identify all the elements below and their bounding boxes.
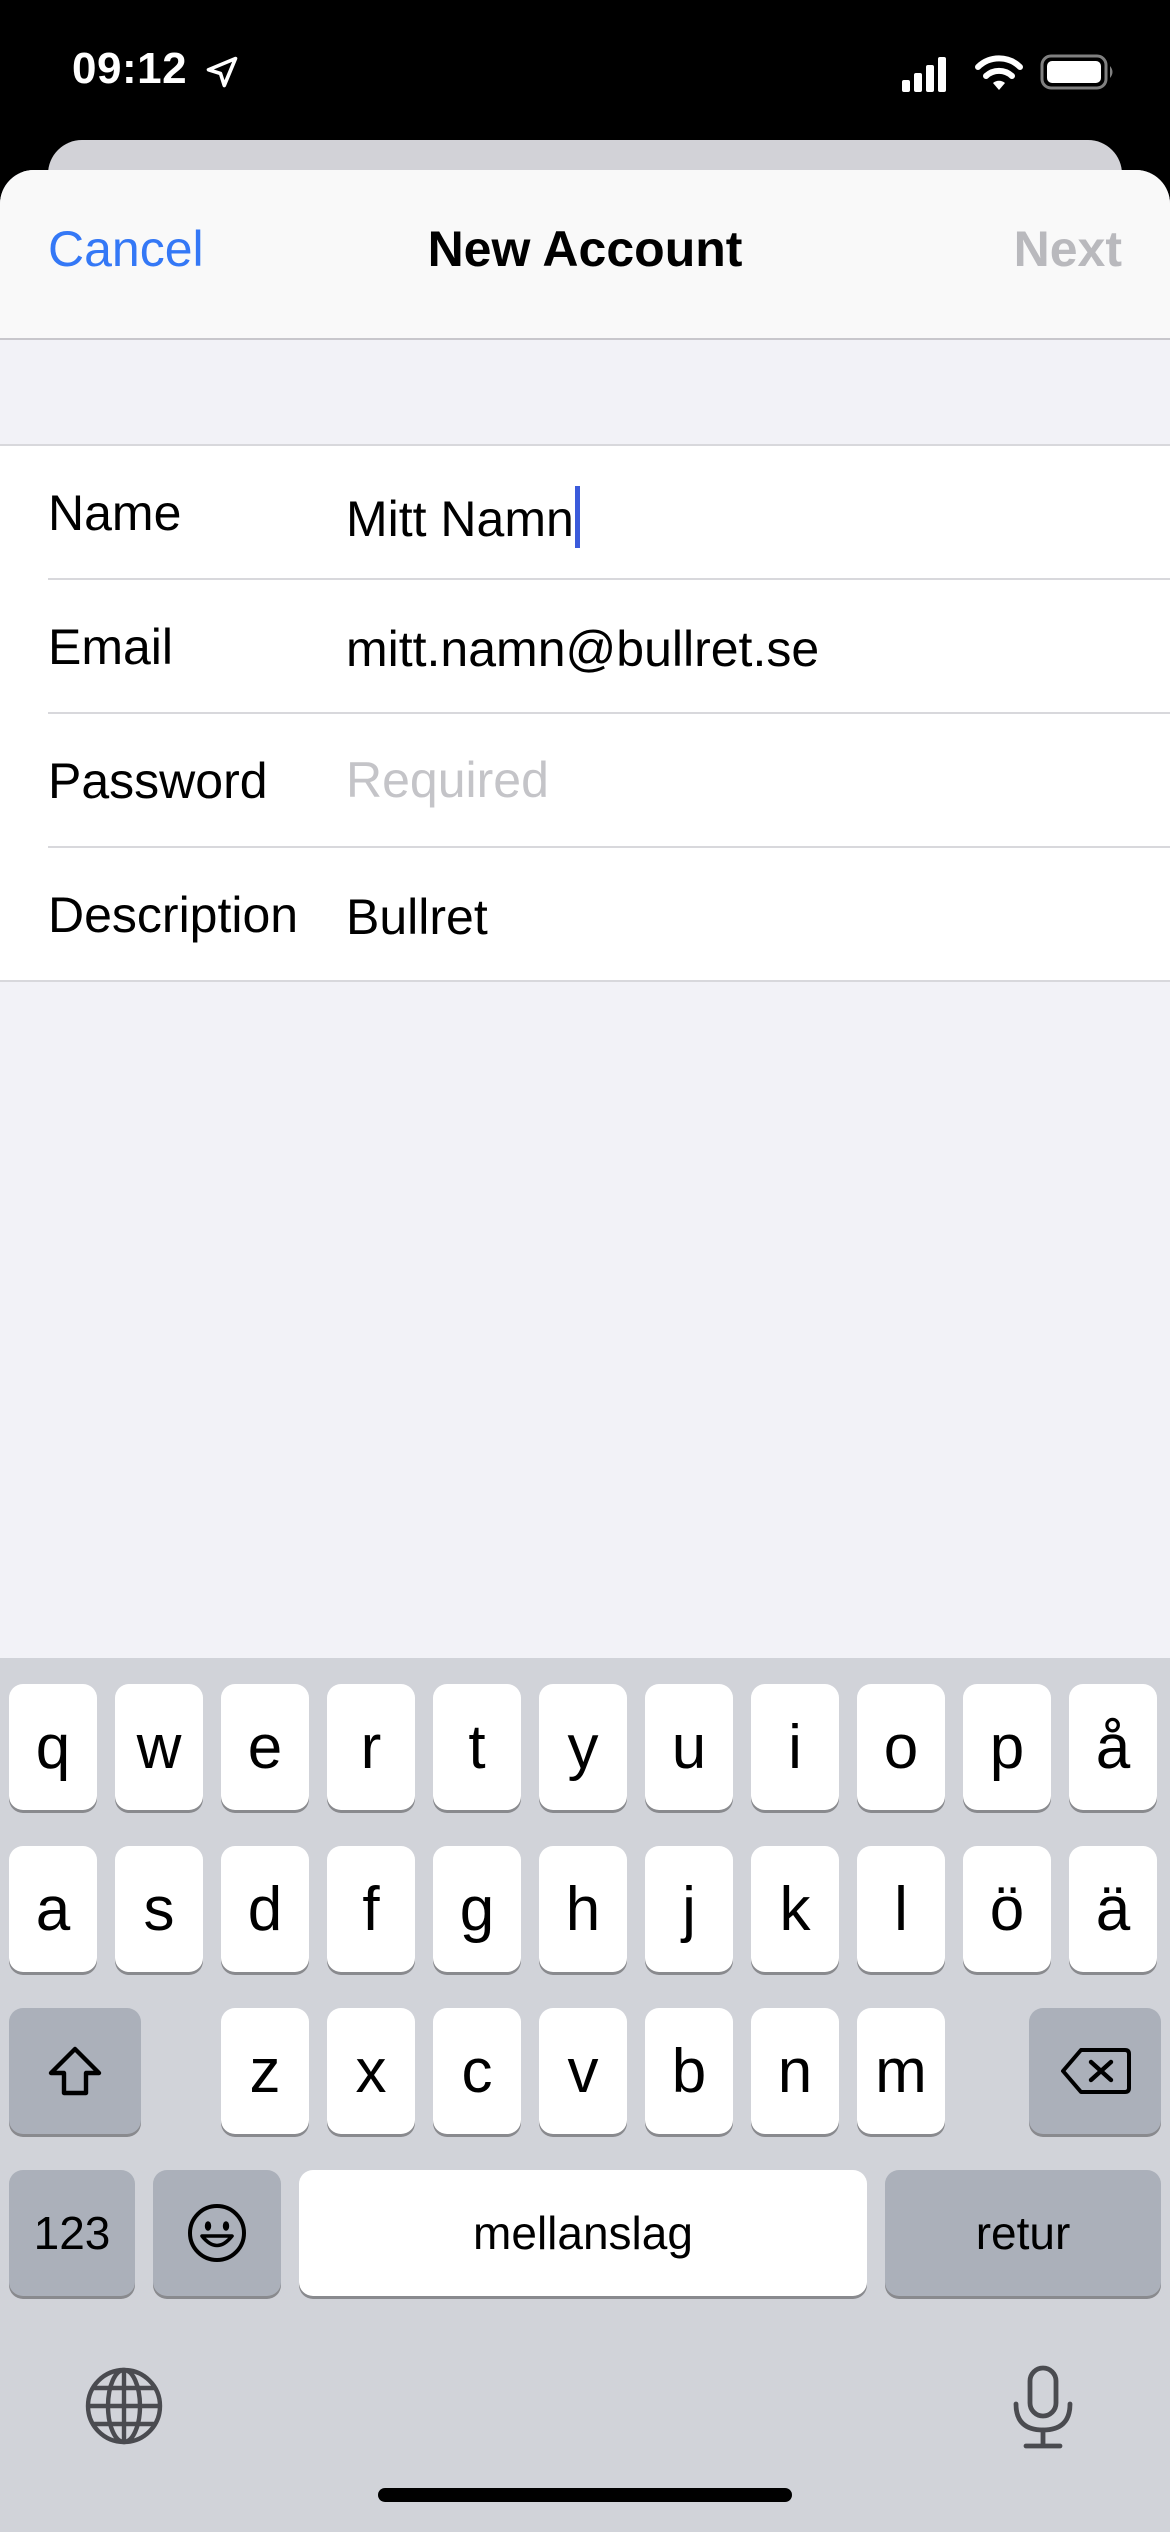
key-k[interactable]: k [751, 1846, 839, 1972]
key-l[interactable]: l [857, 1846, 945, 1972]
key-y[interactable]: y [539, 1684, 627, 1810]
text-cursor [574, 486, 580, 548]
emoji-icon [188, 2204, 246, 2262]
wifi-icon [975, 55, 1023, 90]
status-bar: 09:12 [0, 0, 1170, 140]
cellular-signal-icon [902, 57, 946, 92]
key-s[interactable]: s [115, 1846, 203, 1972]
page-title: New Account [427, 221, 743, 277]
description-field[interactable]: Bullret [346, 888, 488, 946]
return-key[interactable]: retur [885, 2170, 1161, 2296]
key-g[interactable]: g [433, 1846, 521, 1972]
keyboard: q w e r t y u i o p å a s d f g h j k l … [0, 1658, 1170, 2532]
key-c[interactable]: c [433, 2008, 521, 2134]
key-o[interactable]: o [857, 1684, 945, 1810]
name-value: Mitt Namn [346, 491, 574, 547]
backspace-icon [1061, 2048, 1131, 2094]
key-v[interactable]: v [539, 2008, 627, 2134]
key-q[interactable]: q [9, 1684, 97, 1810]
description-row[interactable]: Description Bullret [48, 848, 1170, 980]
key-r[interactable]: r [327, 1684, 415, 1810]
key-f[interactable]: f [327, 1846, 415, 1972]
email-row[interactable]: Email mitt.namn@bullret.se [48, 580, 1170, 714]
key-b[interactable]: b [645, 2008, 733, 2134]
account-form: Name Mitt Namn Email mitt.namn@bullret.s… [0, 444, 1170, 982]
key-x[interactable]: x [327, 2008, 415, 2134]
globe-icon[interactable] [82, 2364, 166, 2448]
password-row[interactable]: Password [48, 714, 1170, 848]
emoji-key[interactable] [153, 2170, 281, 2296]
key-p[interactable]: p [963, 1684, 1051, 1810]
description-label: Description [48, 887, 299, 943]
key-a-umlaut[interactable]: ä [1069, 1846, 1157, 1972]
name-row[interactable]: Name Mitt Namn [48, 446, 1170, 580]
name-field[interactable]: Mitt Namn [346, 486, 580, 548]
key-o-umlaut[interactable]: ö [963, 1846, 1051, 1972]
status-time: 09:12 [72, 44, 188, 93]
key-n[interactable]: n [751, 2008, 839, 2134]
password-label: Password [48, 753, 268, 809]
email-field[interactable]: mitt.namn@bullret.se [346, 620, 819, 678]
key-t[interactable]: t [433, 1684, 521, 1810]
battery-icon [1040, 54, 1113, 90]
key-i[interactable]: i [751, 1684, 839, 1810]
backspace-key[interactable] [1029, 2008, 1161, 2134]
key-j[interactable]: j [645, 1846, 733, 1972]
email-label: Email [48, 619, 174, 675]
location-arrow-icon [206, 56, 238, 88]
key-u[interactable]: u [645, 1684, 733, 1810]
shift-key[interactable] [9, 2008, 141, 2134]
name-label: Name [48, 485, 182, 541]
navigation-bar: Cancel New Account Next [0, 170, 1170, 340]
key-z[interactable]: z [221, 2008, 309, 2134]
key-m[interactable]: m [857, 2008, 945, 2134]
key-e[interactable]: e [221, 1684, 309, 1810]
key-d[interactable]: d [221, 1846, 309, 1972]
key-w[interactable]: w [115, 1684, 203, 1810]
next-button[interactable]: Next [1014, 220, 1122, 278]
space-key[interactable]: mellanslag [299, 2170, 867, 2296]
key-h[interactable]: h [539, 1846, 627, 1972]
shift-icon [48, 2046, 102, 2096]
key-a-ring[interactable]: å [1069, 1684, 1157, 1810]
password-field[interactable] [346, 744, 1126, 816]
numbers-key[interactable]: 123 [9, 2170, 135, 2296]
key-a[interactable]: a [9, 1846, 97, 1972]
microphone-icon[interactable] [1008, 2364, 1078, 2452]
home-indicator[interactable] [378, 2488, 792, 2502]
